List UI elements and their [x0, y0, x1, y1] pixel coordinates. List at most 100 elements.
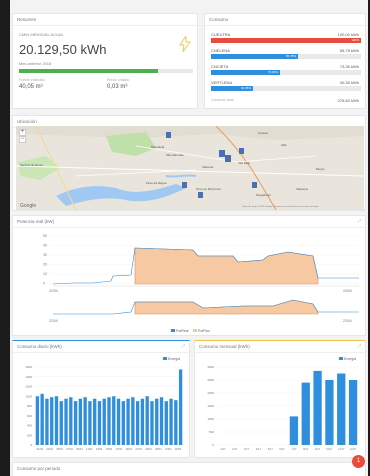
legend-potpico[interactable]: PotPico	[198, 329, 210, 333]
notification-badge[interactable]: 1	[352, 455, 365, 468]
bar[interactable]	[112, 396, 116, 445]
y-tick-label: 600	[27, 414, 32, 418]
bar[interactable]	[93, 398, 97, 445]
y-tick-label: 800	[27, 404, 32, 408]
bar[interactable]	[348, 380, 358, 445]
map-marker[interactable]	[182, 182, 187, 188]
bar[interactable]	[135, 401, 140, 445]
y-tick-label: 1000	[207, 417, 214, 421]
bar[interactable]	[107, 397, 111, 445]
x-tick-label: 19/04	[125, 447, 132, 451]
bar[interactable]	[169, 398, 173, 445]
resumen-right-value: 0,03 m³	[107, 84, 128, 90]
bar[interactable]	[174, 400, 178, 445]
legend-label[interactable]: Energía	[344, 357, 356, 361]
consumo-item-name: CNELENA	[211, 48, 230, 53]
bar[interactable]	[145, 396, 149, 445]
bar[interactable]	[155, 398, 159, 445]
bar[interactable]	[121, 401, 125, 445]
consumo-item-bar: 40,35%	[211, 86, 253, 91]
x-tick-label: 4/17	[256, 447, 262, 451]
resumen-left-small: Fuente estimado	[19, 78, 46, 82]
consumo-item-bar: 100%	[211, 38, 361, 43]
bar[interactable]	[40, 393, 44, 445]
bottom-card: Consumo por periodo	[12, 462, 366, 476]
bar[interactable]	[126, 398, 130, 445]
expand-icon[interactable]: ⤢	[358, 343, 361, 348]
diario-chart: Energía 1600 1400 1200 1000 800 600 400 200 0 01/0…	[25, 357, 183, 451]
x-tick-label: 27/04	[165, 447, 172, 451]
bar[interactable]	[50, 397, 54, 445]
y-tick-label: 1000	[25, 394, 32, 398]
consumo-item-value: 100,00 kWh	[337, 32, 359, 37]
bar[interactable]	[78, 398, 83, 445]
map-marker[interactable]	[239, 148, 244, 154]
bar[interactable]	[337, 373, 346, 446]
y-tick-label: 0	[212, 443, 214, 447]
map-view[interactable]: Mirandela Sanfins de Douro Chaves Alijó São …	[16, 126, 364, 210]
bar[interactable]	[150, 401, 154, 445]
bar[interactable]	[64, 398, 68, 445]
y-tick-label: 30	[43, 253, 47, 257]
y-tick-label: 2000	[207, 391, 214, 395]
bar[interactable]	[116, 398, 121, 445]
bar[interactable]	[88, 401, 92, 445]
bar[interactable]	[313, 370, 322, 445]
zoom-in-button[interactable]: +	[19, 129, 26, 136]
resumen-card: Resumen CMIN MENSUAL ACUAL 20.129,50 kWh…	[12, 13, 198, 109]
map-marker[interactable]	[252, 182, 257, 188]
map-place-label: Mirandela	[151, 145, 165, 149]
resumen-progress-fill	[19, 69, 159, 73]
y-tick-label: 1500	[207, 404, 214, 408]
map-marker[interactable]	[198, 192, 203, 198]
bar[interactable]	[131, 397, 135, 445]
bar[interactable]	[140, 398, 145, 445]
bar[interactable]	[289, 416, 299, 445]
x-tick-label: 11/17	[338, 447, 345, 451]
consumo-item-name: CNCIETA	[211, 64, 229, 69]
x-tick-label: 23/04	[145, 447, 152, 451]
resumen-left-value: 40,05 m³	[19, 84, 43, 90]
expand-icon[interactable]: ⤢	[182, 343, 185, 348]
bar[interactable]	[73, 401, 78, 445]
x-tick-label: 01/04	[37, 447, 44, 451]
x-tick-label: 10/17	[326, 447, 333, 451]
bar[interactable]	[59, 401, 63, 445]
x-tick-end: 23/04	[343, 319, 352, 323]
zoom-out-button[interactable]: −	[19, 136, 26, 143]
resumen-right-small: Precio unitario	[107, 78, 130, 82]
legend-potreal[interactable]: PotReal	[176, 329, 189, 333]
bar[interactable]	[102, 398, 106, 445]
consumo-item-value: 73,36 kWh	[339, 64, 359, 69]
bottom-title: Consumo por periodo	[17, 466, 61, 471]
y-tick-label: 40	[43, 244, 47, 248]
bar[interactable]	[45, 398, 49, 445]
bar[interactable]	[164, 401, 168, 445]
bar[interactable]	[178, 369, 183, 445]
bar[interactable]	[159, 397, 164, 445]
legend-label[interactable]: Energía	[168, 357, 180, 361]
bar[interactable]	[69, 397, 73, 445]
bar[interactable]	[35, 396, 40, 445]
bar[interactable]	[54, 396, 59, 445]
dashboard-page: Resumen CMIN MENSUAL ACUAL 20.129,50 kWh…	[10, 0, 368, 476]
potencia-chart: 50 40 30 20 10 0 22/04 23/04 22/04 23/04 PotR…	[43, 234, 359, 333]
x-tick-label: 5/17	[268, 447, 274, 451]
x-tick-label: 6/17	[280, 447, 286, 451]
legend-swatch-potreal	[171, 329, 175, 332]
bar[interactable]	[325, 380, 334, 445]
x-tick-label: 7/17	[291, 447, 297, 451]
map-place-label: Murça	[316, 167, 325, 171]
map-marker[interactable]	[166, 132, 171, 138]
expand-icon[interactable]: ⤢	[358, 218, 361, 223]
bar[interactable]	[97, 401, 102, 445]
bar[interactable]	[83, 397, 87, 445]
bar[interactable]	[301, 382, 310, 445]
x-tick-label: 1/17	[220, 447, 226, 451]
map-marker[interactable]	[219, 150, 225, 157]
consumo-item-value: 40,35 kWh	[339, 80, 359, 85]
consumo-total-label: Consumo total	[211, 98, 234, 102]
map-marker[interactable]	[225, 155, 231, 162]
x-tick-label: 15/04	[106, 447, 113, 451]
legend-swatch	[163, 357, 167, 360]
